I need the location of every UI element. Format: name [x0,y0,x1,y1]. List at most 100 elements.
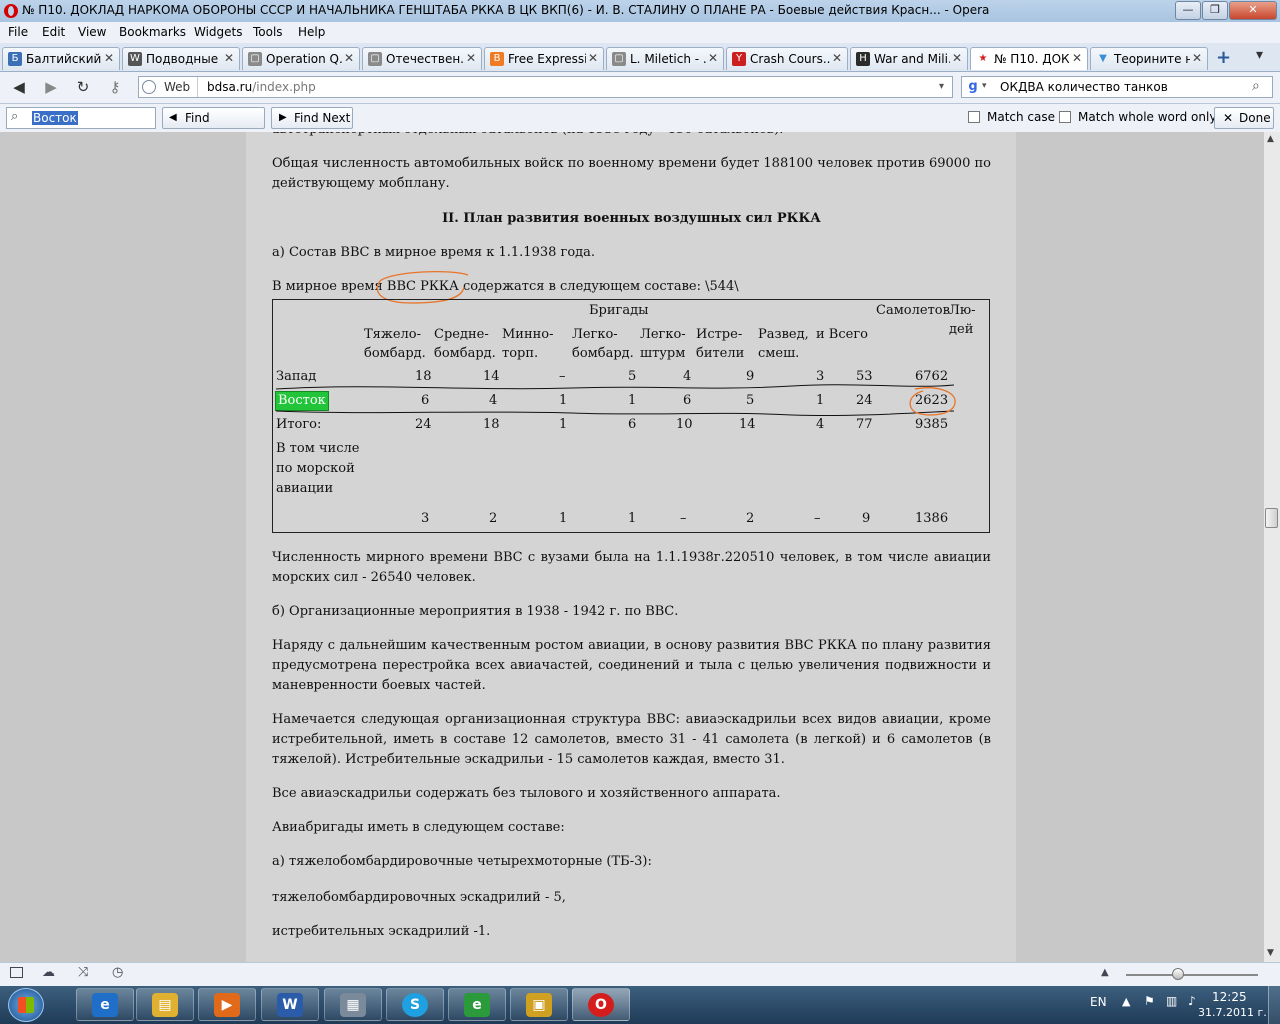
table-col-header: штурм [640,346,686,361]
tab-menu-icon[interactable]: ▾ [1256,47,1263,63]
doc-para-structure: Намечается следующая организационная стр… [272,712,991,767]
google-icon[interactable]: g [965,79,981,95]
menu-bookmarks[interactable]: Bookmarks [119,25,186,39]
minimize-button[interactable]: — [1175,1,1201,20]
table-row-label: авиации [276,481,334,496]
network-icon[interactable]: ▥ [1166,994,1177,1008]
scroll-down-arrow-icon[interactable]: ▼ [1267,948,1274,958]
whole-word-checkbox[interactable] [1059,111,1071,123]
taskbar-app-media-player[interactable]: ▶ [198,988,256,1021]
back-arrow-icon[interactable]: ◀ [8,77,30,97]
tab-5[interactable]: B Free Expressi... ✕ [484,47,604,70]
tab-8[interactable]: H War and Mili... ✕ [850,47,968,70]
globe-icon [142,80,156,94]
table-cell: 1386 [915,511,949,526]
tab-9-active[interactable]: ★ № П10. ДОК... ✕ [970,47,1088,70]
tab-close-icon[interactable]: ✕ [1072,51,1082,65]
menu-help[interactable]: Help [298,25,325,39]
taskbar-app-explorer[interactable]: ▤ [136,988,194,1021]
doc-para-auto: Общая численность автомобильных войск по… [272,156,991,191]
action-center-flag-icon[interactable]: ⚑ [1144,994,1155,1008]
doc-para-development: Наряду с дальнейшим качественным ростом … [272,638,991,693]
tab-4[interactable]: ▢ Отечествен... ✕ [362,47,482,70]
tab-favicon-icon: Б [8,52,22,66]
taskbar-app-skype[interactable]: S [386,988,444,1021]
speed-dial-icon[interactable]: ◷ [112,965,123,980]
tab-close-icon[interactable]: ✕ [588,51,598,65]
key-icon[interactable]: ⚷ [104,77,126,97]
window-title: № П10. ДОКЛАД НАРКОМА ОБОРОНЫ СССР И НАЧ… [22,3,990,17]
share-icon[interactable]: ⤨ [78,965,88,980]
zoom-slider-handle[interactable] [1172,968,1184,980]
tab-2[interactable]: W Подводные ... ✕ [122,47,240,70]
find-previous-button[interactable]: ◀ Find Previous [162,107,265,145]
menu-view[interactable]: View [78,25,106,39]
search-box[interactable]: g ▾ ОКДВА количество танков ⌕ [961,76,1273,98]
clock-time[interactable]: 12:25 [1212,990,1247,1004]
url-box[interactable]: Web bdsa.ru/index.php ▾ [138,76,953,98]
tab-3[interactable]: ▢ Operation Q... ✕ [242,47,360,70]
doc-list-item: истребительных эскадрилий -1. [272,924,491,939]
vertical-scrollbar[interactable]: ▲ ▼ [1263,132,1280,962]
menu-file[interactable]: File [8,25,28,39]
tab-close-icon[interactable]: ✕ [224,51,234,65]
tab-favicon-icon: ▼ [1099,53,1107,64]
tab-1[interactable]: Б Балтийский ... ✕ [2,47,120,70]
cloud-icon[interactable]: ☁ [42,965,55,980]
menu-tools[interactable]: Tools [253,25,283,39]
table-cell: 2 [489,511,498,526]
search-input[interactable]: ОКДВА количество танков [1000,80,1168,94]
tray-expand-icon[interactable]: ▲ [1122,995,1130,1008]
menu-widgets[interactable]: Widgets [194,25,243,39]
find-done-button[interactable]: ✕ Done [1214,107,1274,129]
tab-10[interactable]: ▼ Теорините на... ✕ [1090,47,1208,70]
tab-close-icon[interactable]: ✕ [708,51,718,65]
panel-toggle-icon[interactable] [10,967,23,978]
reload-icon[interactable]: ↻ [72,77,94,97]
tab-6[interactable]: ▢ L. Miletich - ... ✕ [606,47,724,70]
taskbar-app-movie[interactable]: ▣ [510,988,568,1021]
show-desktop-button[interactable] [1268,986,1280,1024]
find-next-label: Find Next [294,111,351,125]
taskbar-app-opera-active[interactable]: O [572,988,630,1021]
menu-edit[interactable]: Edit [42,25,65,39]
new-tab-button[interactable]: + [1216,47,1231,68]
volume-icon[interactable]: ♪ [1188,994,1196,1008]
engine-dropdown-icon[interactable]: ▾ [982,81,987,91]
search-icon[interactable]: ⌕ [1252,78,1260,94]
doc-list-item: а) тяжелобомбардировочные четырехмоторны… [272,854,652,869]
taskbar-app-word[interactable]: W [261,988,319,1021]
tab-label: Балтийский ... [26,52,102,66]
table-group-header: Бригады [589,303,649,318]
tab-close-icon[interactable]: ✕ [344,51,354,65]
forward-arrow-icon[interactable]: ▶ [40,77,62,97]
zoom-icon[interactable]: ▲ [1101,967,1109,978]
language-indicator[interactable]: EN [1090,995,1107,1009]
tab-7[interactable]: Y Crash Cours... ✕ [726,47,848,70]
tab-close-icon[interactable]: ✕ [952,51,962,65]
find-next-button[interactable]: ▶ Find Next [271,107,353,129]
title-bar: № П10. ДОКЛАД НАРКОМА ОБОРОНЫ СССР И НАЧ… [0,0,1280,22]
clock-date[interactable]: 31.7.2011 г. [1198,1006,1267,1019]
restore-button[interactable]: ❐ [1202,1,1228,20]
close-button[interactable]: ✕ [1229,1,1277,20]
taskbar-app-green[interactable]: e [448,988,506,1021]
tab-close-icon[interactable]: ✕ [104,51,114,65]
scrollbar-thumb[interactable] [1265,508,1278,528]
zoom-slider[interactable] [1126,974,1258,976]
match-case-checkbox[interactable] [968,111,980,123]
tab-close-icon[interactable]: ✕ [1192,51,1202,65]
tab-close-icon[interactable]: ✕ [832,51,842,65]
scroll-up-arrow-icon[interactable]: ▲ [1267,134,1274,144]
url-dropdown-icon[interactable]: ▾ [939,81,944,92]
page-viewport[interactable]: автотранспортных отдельных батальонов (н… [0,132,1263,962]
taskbar-app-calculator[interactable]: ▦ [324,988,382,1021]
table-row-label: по морской [276,461,355,476]
url-input[interactable]: bdsa.ru/index.php [207,80,316,94]
start-button[interactable] [8,988,44,1022]
find-input[interactable]: ⌕ Восток [6,107,156,129]
tab-close-icon[interactable]: ✕ [466,51,476,65]
table-planes-header: Самолетов [876,303,950,318]
taskbar: e ▤ ▶ W ▦ S e ▣ O EN ▲ ⚑ ▥ ♪ 12:25 31.7.… [0,986,1280,1024]
taskbar-app-ie[interactable]: e [76,988,134,1021]
